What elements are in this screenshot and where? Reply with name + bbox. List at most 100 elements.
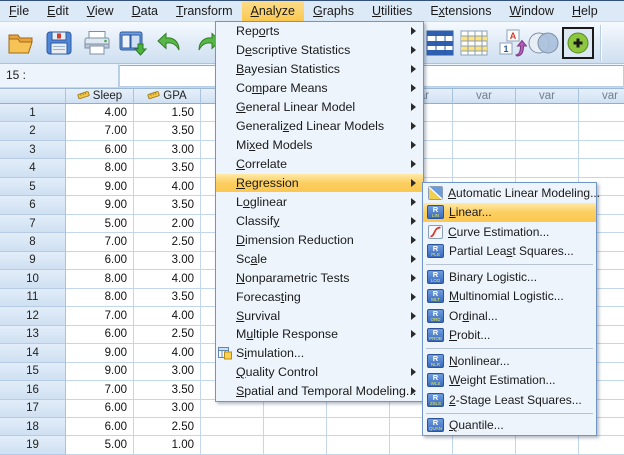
column-header-var[interactable]: var [579, 89, 624, 104]
column-header-sleep[interactable]: Sleep [66, 89, 134, 104]
empty-data-cell[interactable] [453, 159, 516, 178]
value-labels-icon[interactable]: A1 [495, 26, 529, 60]
data-cell-sleep[interactable]: 5.00 [66, 214, 134, 234]
data-cell-sleep[interactable]: 7.00 [66, 122, 134, 141]
analyze-menu-item-loglinear[interactable]: Loglinear [216, 192, 423, 211]
analyze-menu-item-descriptive-statistics[interactable]: Descriptive Statistics [216, 41, 423, 60]
empty-data-cell[interactable] [201, 436, 264, 455]
regression-submenu-item-linear[interactable]: R LIN Linear... [423, 202, 596, 222]
empty-data-cell[interactable] [264, 436, 327, 455]
data-cell-sleep[interactable]: 7.00 [66, 233, 134, 252]
data-cell-gpa[interactable]: 3.50 [134, 196, 201, 215]
print-icon[interactable] [80, 26, 114, 60]
data-cell-sleep[interactable]: 6.00 [66, 325, 134, 345]
menubar-item-window[interactable]: Window [500, 1, 562, 21]
regression-submenu-item-2-stage-least-squares[interactable]: R 2SLS 2-Stage Least Squares... [423, 390, 596, 410]
analyze-menu-item-reports[interactable]: Reports [216, 22, 423, 41]
data-cell-gpa[interactable]: 3.50 [134, 159, 201, 178]
analyze-menu-item-mixed-models[interactable]: Mixed Models [216, 136, 423, 155]
menubar-item-view[interactable]: View [78, 1, 123, 21]
empty-data-cell[interactable] [453, 140, 516, 160]
menubar-item-file[interactable]: File [0, 1, 38, 21]
row-number-cell[interactable]: 15 [0, 362, 66, 382]
row-number-cell[interactable]: 18 [0, 417, 66, 437]
data-cell-gpa[interactable]: 3.50 [134, 381, 201, 400]
analyze-menu-item-nonparametric-tests[interactable]: Nonparametric Tests [216, 268, 423, 287]
analyze-menu-item-classify[interactable]: Classify [216, 211, 423, 230]
empty-data-cell[interactable] [453, 122, 516, 141]
analyze-menu-item-scale[interactable]: Scale [216, 249, 423, 268]
row-number-cell[interactable]: 13 [0, 325, 66, 345]
data-cell-gpa[interactable]: 4.00 [134, 270, 201, 289]
data-cell-gpa[interactable]: 2.50 [134, 325, 201, 345]
data-cell-sleep[interactable]: 7.00 [66, 381, 134, 400]
data-cell-gpa[interactable]: 3.50 [134, 122, 201, 141]
analyze-menu-item-multiple-response[interactable]: Multiple Response [216, 325, 423, 344]
regression-submenu-item-automatic-linear-modeling[interactable]: Automatic Linear Modeling... [423, 183, 600, 203]
empty-data-cell[interactable] [516, 104, 579, 123]
open-data-icon[interactable] [4, 26, 38, 60]
use-sets-icon[interactable] [526, 26, 560, 60]
regression-submenu-item-nonlinear[interactable]: R NLR Nonlinear... [423, 351, 596, 371]
row-number-cell[interactable]: 11 [0, 288, 66, 308]
empty-data-cell[interactable] [453, 104, 516, 123]
data-cell-sleep[interactable]: 5.00 [66, 436, 134, 455]
data-cell-gpa[interactable]: 3.00 [134, 399, 201, 418]
row-number-cell[interactable]: 7 [0, 214, 66, 234]
row-number-cell[interactable]: 6 [0, 196, 66, 215]
row-number-cell[interactable]: 10 [0, 270, 66, 289]
row-number-cell[interactable]: 5 [0, 177, 66, 197]
empty-data-cell[interactable] [516, 159, 579, 178]
analyze-menu-item-correlate[interactable]: Correlate [216, 155, 423, 174]
empty-data-cell[interactable] [516, 122, 579, 141]
menubar-item-analyze[interactable]: Analyze [241, 1, 304, 21]
data-cell-sleep[interactable]: 9.00 [66, 362, 134, 382]
regression-submenu-item-multinomial-logistic[interactable]: R MLT Multinomial Logistic... [423, 287, 596, 307]
analyze-menu-item-simulation[interactable]: Simulation... [216, 344, 423, 363]
empty-data-cell[interactable] [579, 140, 624, 160]
analyze-menu-item-spatial-and-temporal-modeling[interactable]: Spatial and Temporal Modeling... [216, 382, 423, 401]
data-cell-gpa[interactable]: 2.50 [134, 417, 201, 437]
empty-data-cell[interactable] [390, 436, 453, 455]
empty-data-cell[interactable] [327, 436, 390, 455]
empty-data-cell[interactable] [579, 122, 624, 141]
data-cell-sleep[interactable]: 6.00 [66, 251, 134, 271]
empty-data-cell[interactable] [516, 436, 579, 455]
data-cell-gpa[interactable]: 4.00 [134, 177, 201, 197]
menubar-item-help[interactable]: Help [563, 1, 607, 21]
row-number-cell[interactable]: 14 [0, 344, 66, 363]
undo-icon[interactable] [152, 26, 186, 60]
custom-dialogs-icon[interactable] [562, 27, 594, 59]
column-header-var[interactable]: var [453, 89, 516, 104]
empty-data-cell[interactable] [327, 417, 390, 437]
row-number-cell[interactable]: 9 [0, 251, 66, 271]
data-cell-gpa[interactable]: 3.50 [134, 288, 201, 308]
row-number-cell[interactable]: 17 [0, 399, 66, 418]
data-cell-sleep[interactable]: 9.00 [66, 196, 134, 215]
empty-data-cell[interactable] [327, 399, 390, 418]
regression-submenu-item-ordinal[interactable]: R ORD Ordinal... [423, 306, 596, 326]
row-number-cell[interactable]: 12 [0, 307, 66, 326]
data-cell-sleep[interactable]: 8.00 [66, 270, 134, 289]
analyze-menu-item-compare-means[interactable]: Compare Means [216, 79, 423, 98]
regression-submenu-item-probit[interactable]: R PROB Probit... [423, 326, 596, 346]
menubar-item-graphs[interactable]: Graphs [304, 1, 363, 21]
menubar-item-edit[interactable]: Edit [38, 1, 78, 21]
menubar-item-transform[interactable]: Transform [167, 1, 242, 21]
data-cell-sleep[interactable]: 6.00 [66, 399, 134, 418]
regression-submenu-item-partial-least-squares[interactable]: R PLS Partial Least Squares... [423, 242, 596, 262]
row-number-cell[interactable]: 19 [0, 436, 66, 455]
data-cell-gpa[interactable]: 4.00 [134, 344, 201, 363]
data-cell-gpa[interactable]: 3.00 [134, 140, 201, 160]
menubar-item-utilities[interactable]: Utilities [363, 1, 421, 21]
row-number-cell[interactable]: 16 [0, 381, 66, 400]
empty-data-cell[interactable] [201, 417, 264, 437]
column-header-var[interactable]: var [516, 89, 579, 104]
menubar-item-data[interactable]: Data [123, 1, 167, 21]
column-header-gpa[interactable]: GPA [134, 89, 201, 104]
variables-icon[interactable] [457, 26, 491, 60]
row-number-cell[interactable]: 3 [0, 140, 66, 160]
recall-dialogs-icon[interactable] [116, 26, 150, 60]
menubar-item-extensions[interactable]: Extensions [421, 1, 500, 21]
data-cell-sleep[interactable]: 4.00 [66, 104, 134, 123]
